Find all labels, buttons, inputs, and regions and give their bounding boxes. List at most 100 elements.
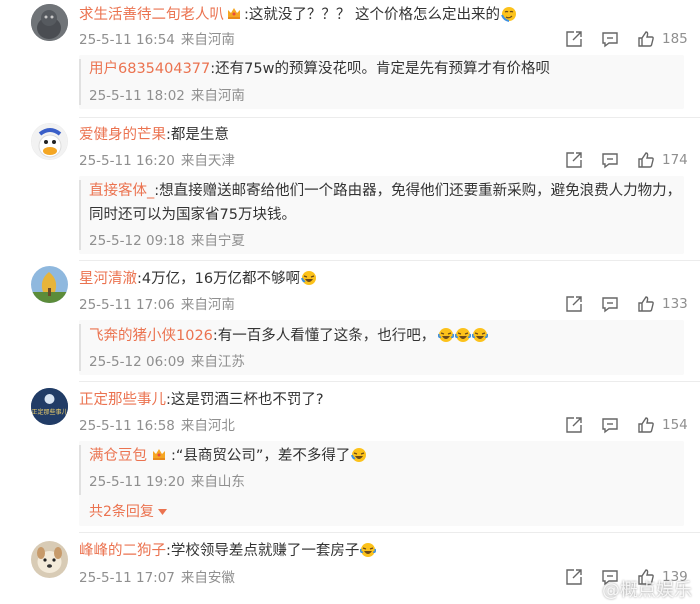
crown-badge-icon (226, 5, 242, 27)
reply-username-link[interactable]: 满仓豆包 (89, 448, 147, 464)
comment-icon[interactable] (600, 29, 620, 49)
reply-username-link[interactable]: 用户6835404377 (89, 61, 210, 77)
comment-time: 25-5-11 17:07 (79, 570, 175, 586)
avatar[interactable]: 正定那些事儿 (31, 388, 68, 425)
comment-location: 来自天津 (180, 153, 235, 169)
reply-bar (79, 180, 81, 250)
reply-body: 满仓豆包 :“县商贸公司”，差不多得了 (89, 444, 367, 470)
share-icon[interactable] (564, 29, 584, 49)
like-icon[interactable] (636, 29, 656, 49)
reply-username-link[interactable]: 直接客体_ (89, 183, 154, 199)
like-icon[interactable] (636, 415, 656, 435)
like-count: 154 (662, 417, 688, 433)
reply-box: 满仓豆包 :“县商贸公司”，差不多得了 25-5-11 19:20 来自山东 共2条… (79, 441, 684, 526)
reply-time: 25-5-12 06:09 (89, 354, 185, 370)
reply-text: :“县商贸公司”，差不多得了 (171, 448, 351, 464)
reply-box: 飞奔的猪小侠1026:有一百多人看懂了这条，也行吧， 25-5-12 06:09… (79, 320, 684, 375)
reply-text: :还有75w的预算没花呗。肯定是先有预算才有价格呗 (210, 61, 550, 77)
like-count: 174 (662, 152, 688, 168)
more-replies-label: 共2条回复 (89, 504, 154, 520)
username-link[interactable]: 星河清澈 (79, 271, 137, 287)
more-replies-link[interactable]: 共2条回复 (89, 501, 167, 522)
comment-body: 爱健身的芒果:都是生意 (79, 125, 229, 145)
reply-time: 25-5-11 19:20 (89, 474, 185, 490)
comment-icon[interactable] (600, 294, 620, 314)
comment-text: :都是生意 (166, 127, 229, 143)
comment-actions: 185 (564, 29, 688, 49)
comment-text: :这就没了？？？ 这个价格怎么定出来的 (244, 7, 500, 23)
reply-body: 飞奔的猪小侠1026:有一百多人看懂了这条，也行吧， (89, 324, 489, 348)
laugh-cry-emoji-icon (472, 327, 489, 343)
reply-location: 来自江苏 (190, 354, 245, 370)
reply-username-link[interactable]: 飞奔的猪小侠1026 (89, 328, 213, 344)
comment-body: 峰峰的二狗子:学校领导差点就赚了一套房子 (79, 541, 377, 561)
divider (79, 381, 700, 382)
comment-actions: 133 (564, 294, 688, 314)
reply-meta: 25-5-11 18:02 来自河南 (89, 87, 245, 105)
like-count: 133 (662, 296, 688, 312)
like-count: 185 (662, 31, 688, 47)
reply-body: 用户6835404377:还有75w的预算没花呗。肯定是先有预算才有价格呗 (89, 57, 550, 81)
reply-location: 来自山东 (190, 474, 245, 490)
weibo-logo-icon (580, 579, 599, 600)
comment-meta: 25-5-11 17:07 来自安徽 (79, 569, 235, 587)
reply-bar (79, 445, 81, 495)
reply-box: 直接客体_:想直接赠送邮寄给他们一个路由器，免得他们还要重新采购，避免浪费人力物… (79, 176, 684, 254)
laugh-cry-emoji-icon (360, 542, 377, 558)
comment-body: 星河清澈:4万亿，16万亿都不够啊 (79, 269, 317, 289)
comment-body: 正定那些事儿:这是罚酒三杯也不罚了? (79, 390, 324, 410)
username-link[interactable]: 峰峰的二狗子 (79, 543, 166, 559)
share-icon[interactable] (564, 294, 584, 314)
watermark-text: @概点娱乐 (602, 580, 692, 601)
username-link[interactable]: 求生活善待二旬老人叭 (79, 7, 224, 23)
reply-text: :有一百多人看懂了这条，也行吧， (212, 328, 436, 344)
comment-icon[interactable] (600, 150, 620, 170)
comment-location: 来自河南 (180, 32, 235, 48)
caret-down-icon (157, 501, 167, 521)
comment-text: :这是罚酒三杯也不罚了? (166, 392, 324, 408)
watermark: @概点娱乐 (580, 576, 692, 602)
reply-text-line2: 同时还可以为国家省75万块钱。 (89, 207, 296, 223)
divider (79, 117, 700, 118)
comment-meta: 25-5-11 16:58 来自河北 (79, 417, 235, 435)
reply-time: 25-5-12 09:18 (89, 233, 185, 249)
comment-body: 求生活善待二旬老人叭 :这就没了？？？ 这个价格怎么定出来的 (79, 5, 517, 27)
comment-actions: 174 (564, 150, 688, 170)
reply-text: :想直接赠送邮寄给他们一个路由器，免得他们还要重新采购，避免浪费人力物力， (154, 183, 682, 199)
share-icon[interactable] (564, 415, 584, 435)
comment-text: :学校领导差点就赚了一套房子 (166, 543, 360, 559)
comment-time: 25-5-11 16:58 (79, 418, 175, 434)
laugh-cry-emoji-icon (301, 270, 317, 286)
laugh-cry-emoji-icon (351, 447, 367, 463)
comment-location: 来自河北 (180, 418, 235, 434)
like-icon[interactable] (636, 150, 656, 170)
username-link[interactable]: 爱健身的芒果 (79, 127, 166, 143)
comment-text: :4万亿，16万亿都不够啊 (137, 271, 301, 287)
avatar[interactable] (31, 123, 68, 160)
reply-meta: 25-5-11 19:20 来自山东 (89, 473, 245, 491)
comment-meta: 25-5-11 16:54 来自河南 (79, 31, 235, 49)
divider (79, 532, 700, 533)
username-link[interactable]: 正定那些事儿 (79, 392, 166, 408)
smirk-emoji-icon (501, 6, 517, 22)
avatar[interactable] (31, 4, 68, 41)
reply-bar (79, 59, 81, 105)
like-icon[interactable] (636, 294, 656, 314)
comment-time: 25-5-11 16:54 (79, 32, 175, 48)
comment-time: 25-5-11 17:06 (79, 297, 175, 313)
laugh-cry-emoji-icon (455, 327, 472, 343)
avatar[interactable] (31, 541, 68, 578)
reply-time: 25-5-11 18:02 (89, 88, 185, 104)
reply-body: 直接客体_:想直接赠送邮寄给他们一个路由器，免得他们还要重新采购，避免浪费人力物… (89, 179, 684, 227)
avatar[interactable] (31, 266, 68, 303)
share-icon[interactable] (564, 150, 584, 170)
comment-location: 来自河南 (180, 297, 235, 313)
comment-icon[interactable] (600, 415, 620, 435)
reply-location: 来自河南 (190, 88, 245, 104)
reply-bar (79, 324, 81, 371)
comment-actions: 154 (564, 415, 688, 435)
comment-meta: 25-5-11 17:06 来自河南 (79, 296, 235, 314)
comment-location: 来自安徽 (180, 570, 235, 586)
reply-location: 来自宁夏 (190, 233, 245, 249)
avatar-text: 正定那些事儿 (31, 408, 67, 416)
